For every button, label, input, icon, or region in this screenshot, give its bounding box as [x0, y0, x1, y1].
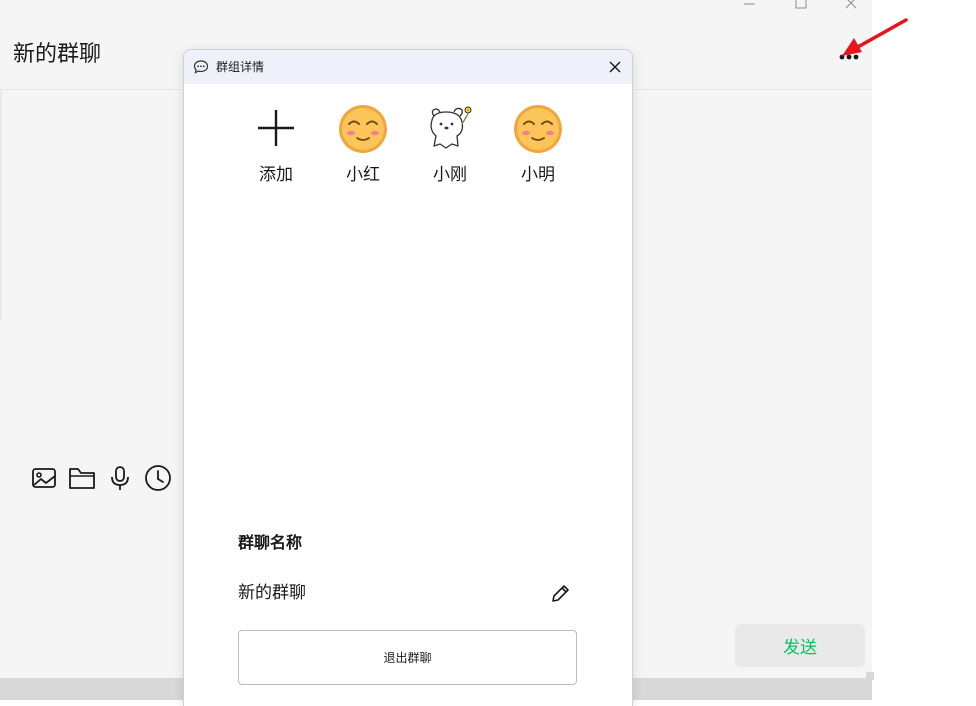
dialog-titlebar: 群组详情: [184, 50, 632, 84]
window-close-button[interactable]: [836, 0, 866, 12]
exit-group-button[interactable]: 退出群聊: [238, 630, 577, 685]
history-button[interactable]: [142, 462, 174, 494]
plus-icon: [258, 110, 294, 146]
chat-bubble-icon: [193, 60, 209, 74]
voice-input-button[interactable]: [104, 462, 136, 494]
maximize-icon: [795, 0, 807, 9]
member-name: 小明: [521, 165, 555, 185]
send-image-button[interactable]: [28, 462, 60, 494]
minimize-button[interactable]: [734, 0, 764, 12]
dialog-close-button[interactable]: [606, 58, 624, 76]
send-file-button[interactable]: [66, 462, 98, 494]
screen: 新的群聊 发送 群组详情 添加 小红 小刚 小明 群聊名称 新的群聊 退出群聊: [0, 0, 976, 706]
image-icon: [32, 468, 56, 488]
resize-grip: [866, 672, 874, 680]
maximize-button[interactable]: [786, 0, 816, 12]
member-item[interactable]: 小红: [323, 102, 403, 192]
input-toolbar: [28, 462, 178, 496]
send-button[interactable]: 发送: [735, 624, 865, 667]
pencil-icon: [552, 585, 569, 602]
add-member-button[interactable]: 添加: [236, 102, 316, 192]
bear-avatar-icon: [430, 106, 472, 149]
window-controls: [730, 0, 872, 12]
clock-icon: [145, 465, 171, 491]
edit-group-name-button[interactable]: [549, 581, 573, 605]
close-icon: [609, 61, 621, 73]
member-item[interactable]: 小刚: [410, 102, 490, 192]
member-item[interactable]: 小明: [498, 102, 578, 192]
minimize-icon: [744, 3, 755, 5]
group-details-dialog: 群组详情 添加 小红 小刚 小明 群聊名称 新的群聊 退出群聊: [183, 49, 633, 706]
folder-icon: [69, 468, 95, 489]
member-name: 添加: [259, 165, 293, 185]
member-list: 添加 小红 小刚 小明: [184, 102, 632, 202]
smiley-avatar-icon: [339, 105, 387, 153]
member-name: 小刚: [433, 165, 467, 185]
chat-title: 新的群聊: [13, 42, 102, 67]
dialog-title: 群组详情: [216, 60, 265, 74]
microphone-icon: [111, 466, 129, 490]
smiley-avatar-icon: [514, 105, 562, 153]
group-name-label: 群聊名称: [238, 533, 303, 552]
close-icon: [845, 0, 857, 9]
member-name: 小红: [346, 165, 380, 185]
annotation-arrow-icon: [842, 18, 908, 56]
sidebar-edge: [0, 90, 2, 320]
group-name-value: 新的群聊: [238, 583, 306, 603]
